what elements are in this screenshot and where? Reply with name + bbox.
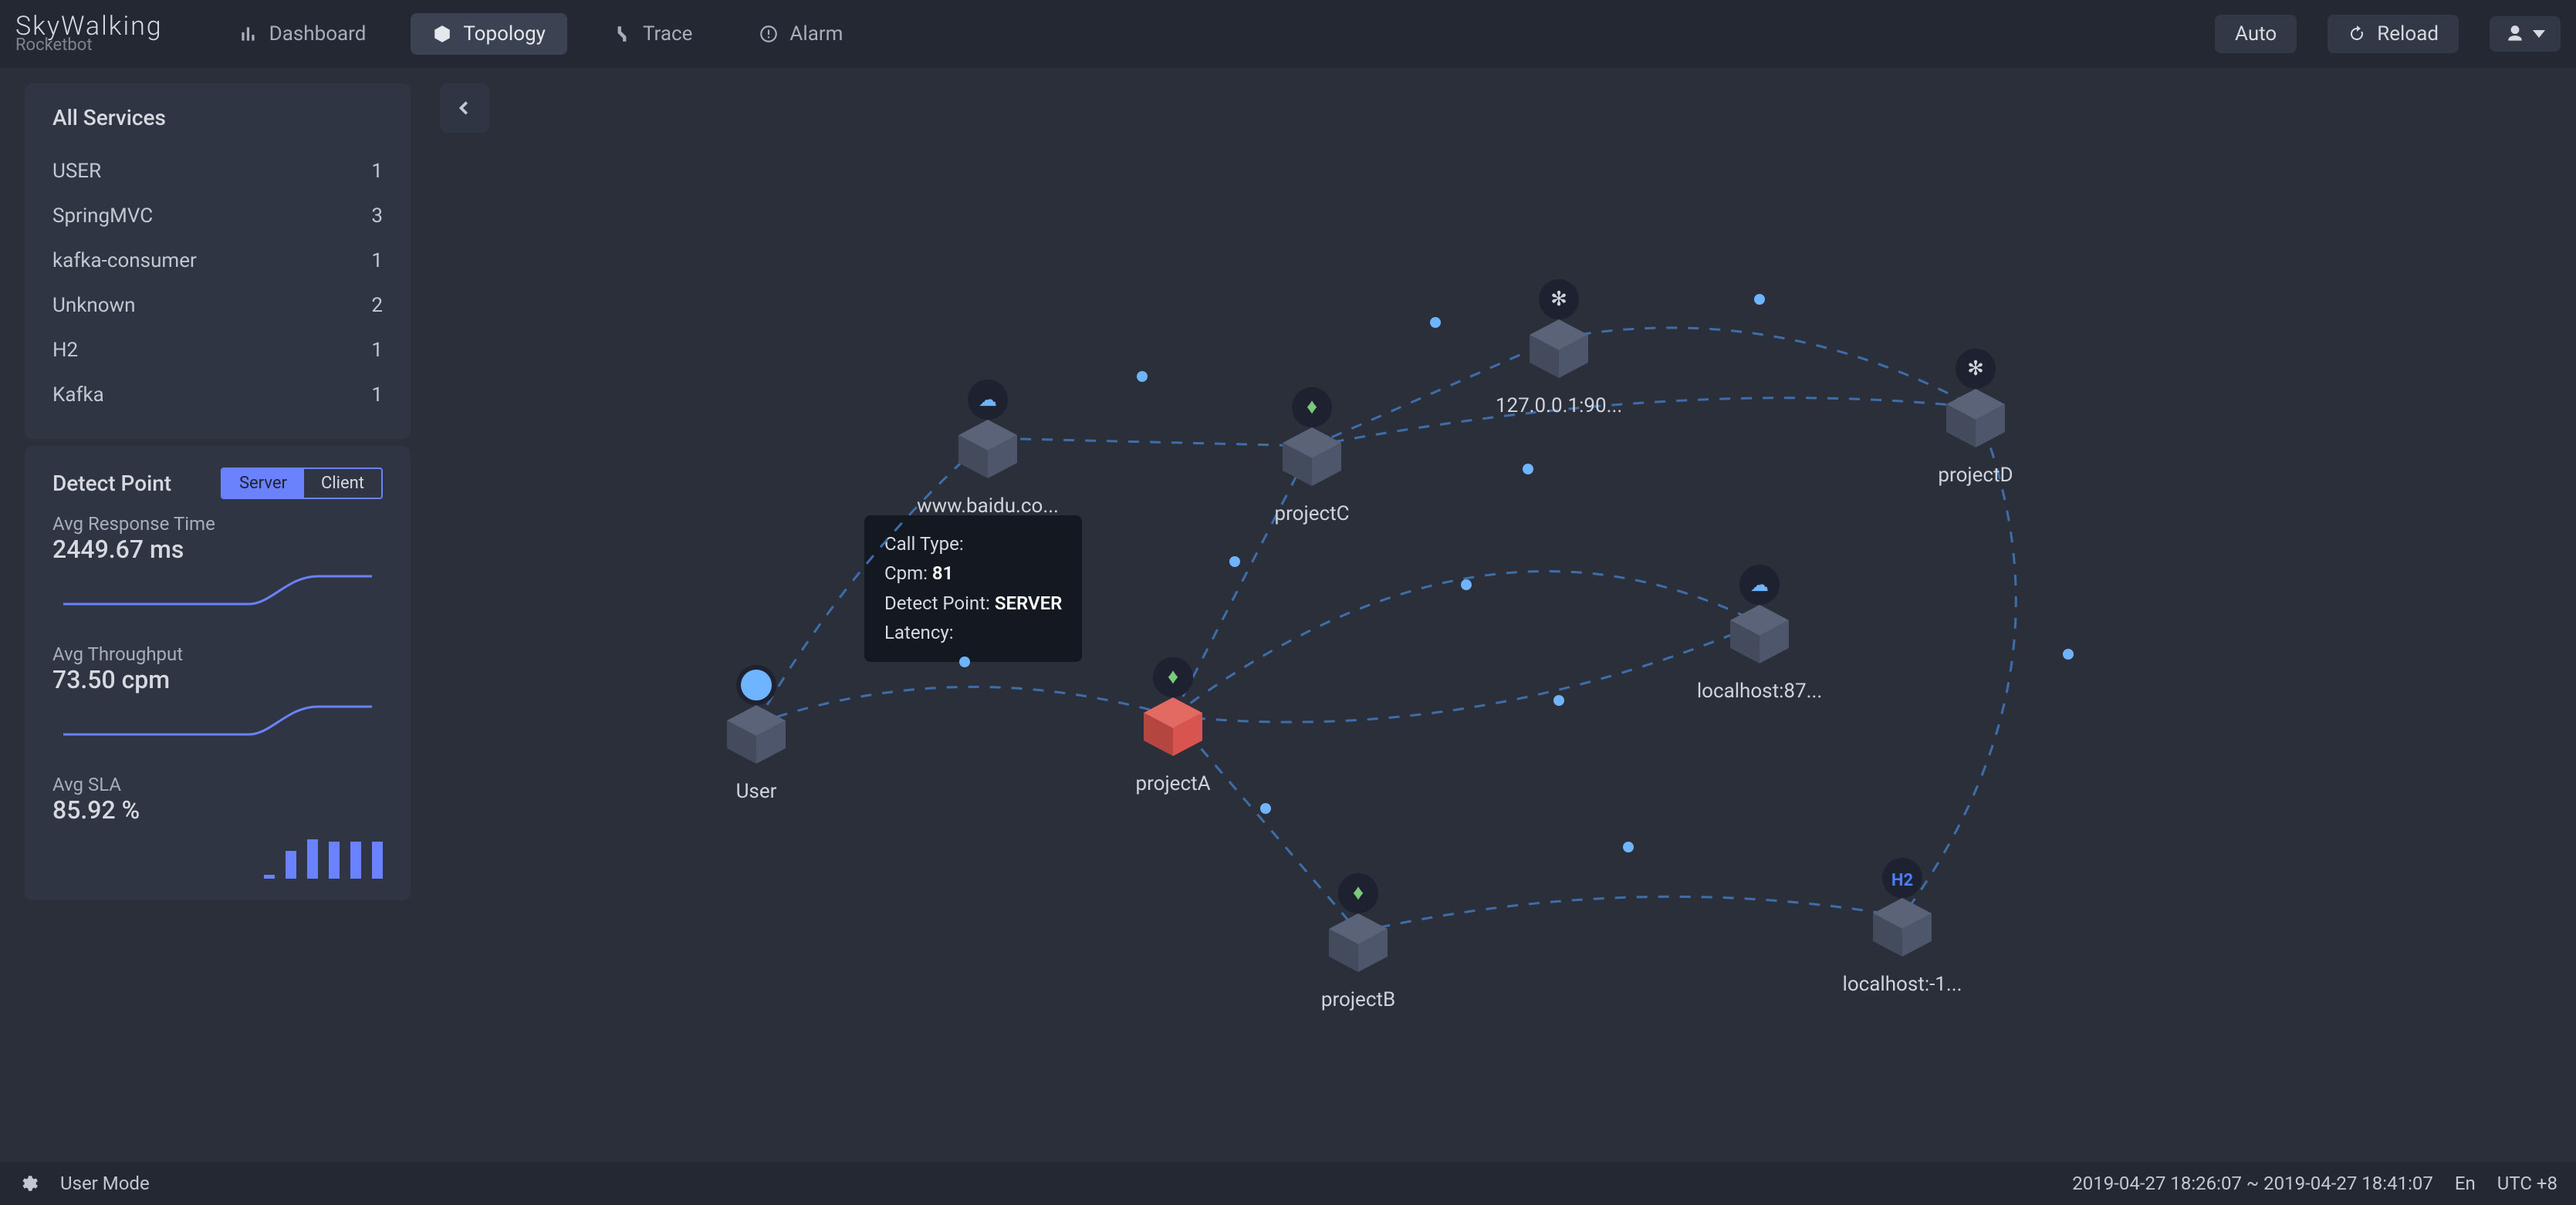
svg-text:127.0.0.1:90...: 127.0.0.1:90... xyxy=(1496,394,1622,417)
service-row[interactable]: Kafka1 xyxy=(52,373,383,417)
bar-chart-icon xyxy=(238,24,259,44)
avg-throughput-sparkline xyxy=(52,702,383,748)
svg-text:☁: ☁ xyxy=(979,389,997,410)
language-selector[interactable]: En xyxy=(2455,1173,2476,1194)
svg-text:♦: ♦ xyxy=(1353,879,1364,905)
svg-text:♦: ♦ xyxy=(1307,393,1317,419)
service-row[interactable]: Unknown2 xyxy=(52,283,383,328)
avg-sla-label: Avg SLA xyxy=(52,774,383,795)
node-projectC[interactable]: ♦ projectC xyxy=(1274,387,1349,525)
user-mode-label[interactable]: User Mode xyxy=(60,1173,150,1194)
services-panel: All Services USER1 SpringMVC3 kafka-cons… xyxy=(25,83,411,439)
svg-text:localhost:87...: localhost:87... xyxy=(1697,680,1822,703)
svg-text:♦: ♦ xyxy=(1168,663,1178,689)
nav-alarm[interactable]: Alarm xyxy=(737,13,864,55)
service-row[interactable]: USER1 xyxy=(52,149,383,194)
svg-text:✻: ✻ xyxy=(1967,357,1984,380)
merge-icon xyxy=(612,24,632,44)
collapse-sidebar-button[interactable] xyxy=(440,83,489,133)
services-title: All Services xyxy=(52,105,383,130)
server-client-toggle[interactable]: Server Client xyxy=(221,467,383,499)
nav-trace-label: Trace xyxy=(643,22,692,46)
svg-text:☁: ☁ xyxy=(1750,574,1769,596)
auto-label: Auto xyxy=(2235,22,2277,46)
gear-icon[interactable] xyxy=(19,1173,39,1193)
avg-throughput-value: 73.50 cpm xyxy=(52,665,383,694)
svg-text:localhost:-1...: localhost:-1... xyxy=(1843,973,1962,996)
service-row[interactable]: SpringMVC3 xyxy=(52,194,383,238)
svg-text:✻: ✻ xyxy=(1550,288,1567,311)
chevron-left-icon xyxy=(456,100,473,116)
brand-logo: SkyWalking Rocketbot xyxy=(15,15,163,53)
detect-point-title: Detect Point xyxy=(52,471,171,496)
node-localhost-87[interactable]: ☁ localhost:87... xyxy=(1697,565,1822,703)
node-projectB[interactable]: ♦ projectB xyxy=(1321,873,1395,1011)
nav-dashboard[interactable]: Dashboard xyxy=(217,13,388,55)
time-range[interactable]: 2019-04-27 18:26:07 ~ 2019-04-27 18:41:0… xyxy=(2072,1173,2433,1194)
nav-alarm-label: Alarm xyxy=(789,22,843,46)
node-baidu[interactable]: ☁ www.baidu.co... xyxy=(917,380,1059,518)
svg-text:projectD: projectD xyxy=(1938,464,2013,487)
nav-topology[interactable]: Topology xyxy=(411,13,567,55)
svg-text:projectC: projectC xyxy=(1274,502,1349,525)
edge-tooltip: Call Type: Cpm: 81 Detect Point: SERVER … xyxy=(864,515,1082,662)
node-projectA[interactable]: ♦ projectA xyxy=(1135,657,1210,795)
user-icon xyxy=(2505,24,2525,44)
avg-response-value: 2449.67 ms xyxy=(52,535,383,564)
service-row[interactable]: kafka-consumer1 xyxy=(52,238,383,283)
node-127-0-0-1[interactable]: ✻ 127.0.0.1:90... xyxy=(1496,279,1622,417)
avg-response-label: Avg Response Time xyxy=(52,513,383,535)
node-localhost-1[interactable]: H2 localhost:-1... xyxy=(1843,858,1962,996)
reload-icon xyxy=(2348,25,2366,43)
nav-trace[interactable]: Trace xyxy=(590,13,714,55)
timezone-selector[interactable]: UTC +8 xyxy=(2497,1173,2557,1194)
avg-sla-bars xyxy=(52,832,383,879)
detect-point-panel: Detect Point Server Client Avg Response … xyxy=(25,446,411,900)
svg-text:projectB: projectB xyxy=(1321,988,1395,1011)
nav-topology-label: Topology xyxy=(463,22,546,46)
brand-main: SkyWalking xyxy=(15,15,163,39)
cube-icon xyxy=(432,24,452,44)
chevron-down-icon xyxy=(2533,30,2545,38)
nav-dashboard-label: Dashboard xyxy=(269,22,367,46)
reload-label: Reload xyxy=(2377,22,2439,46)
svg-text:User: User xyxy=(736,780,777,803)
svg-text:projectA: projectA xyxy=(1135,772,1210,795)
service-row[interactable]: H21 xyxy=(52,328,383,373)
auto-button[interactable]: Auto xyxy=(2215,15,2297,53)
avg-sla-value: 85.92 % xyxy=(52,795,383,825)
svg-text:H2: H2 xyxy=(1891,871,1913,890)
node-projectD[interactable]: ✻ projectD xyxy=(1938,349,2013,487)
alert-icon xyxy=(759,24,779,44)
avg-response-sparkline xyxy=(52,572,383,618)
avg-throughput-label: Avg Throughput xyxy=(52,643,383,665)
reload-button[interactable]: Reload xyxy=(2328,15,2459,53)
user-menu[interactable] xyxy=(2490,16,2561,52)
tab-server[interactable]: Server xyxy=(222,469,304,498)
brand-sub: Rocketbot xyxy=(15,38,163,53)
tab-client[interactable]: Client xyxy=(304,469,381,498)
svg-text:www.baidu.co...: www.baidu.co... xyxy=(917,494,1059,518)
node-user[interactable]: User xyxy=(727,665,786,803)
